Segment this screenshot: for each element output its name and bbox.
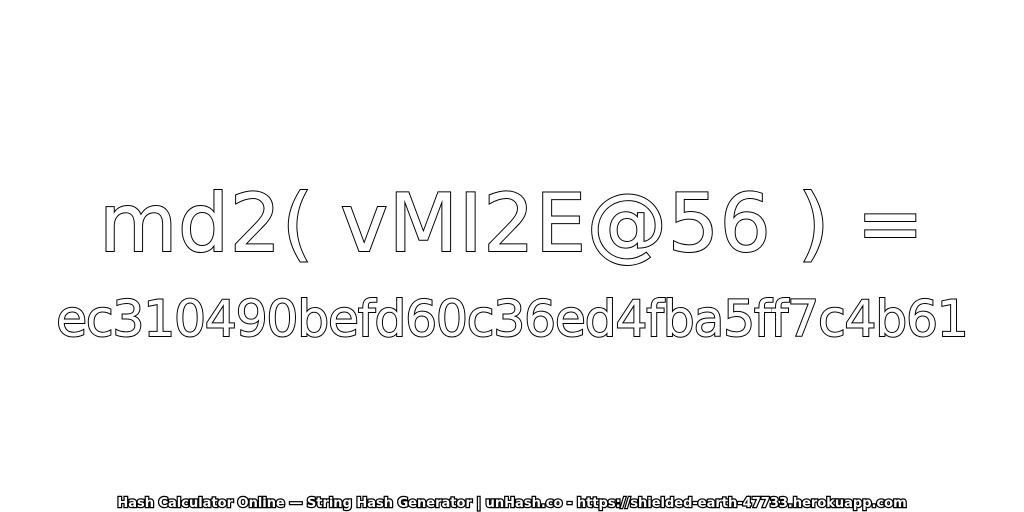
hash-image-canvas: md2( vMI2E@56 ) = ec310490befd60c36ed4fb… xyxy=(0,0,1024,512)
hash-expression-heading: md2( vMI2E@56 ) = xyxy=(98,177,925,270)
hash-result-value: ec310490befd60c36ed4fba5ff7c4b61 xyxy=(55,290,969,348)
site-footer-caption: Hash Calculator Online — String Hash Gen… xyxy=(116,496,908,512)
